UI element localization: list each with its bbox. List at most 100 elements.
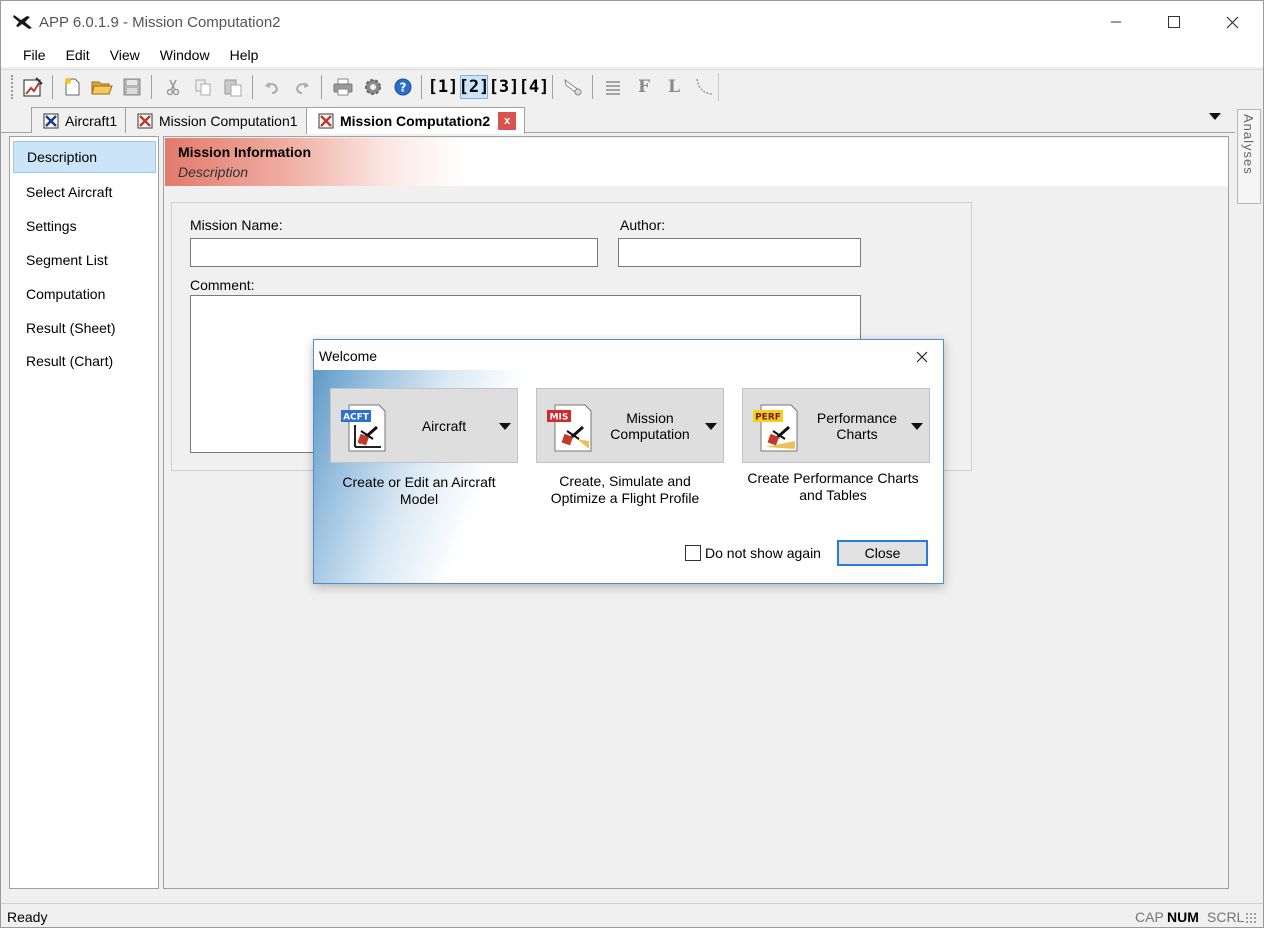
- help-button[interactable]: ?: [391, 75, 415, 99]
- mission-file-icon: MIS: [547, 404, 592, 452]
- tab-close-button[interactable]: x: [498, 112, 517, 130]
- caps-indicator: CAP: [1135, 909, 1164, 925]
- nav-result-sheet[interactable]: Result (Sheet): [26, 320, 115, 336]
- f-tool-button[interactable]: F: [632, 75, 656, 99]
- document-tabs: Aircraft1 Mission Computation1 Mission C…: [1, 104, 1235, 134]
- section-subtitle: Description: [178, 164, 249, 180]
- checkbox-box[interactable]: [685, 545, 701, 561]
- view-2-button[interactable]: [2]: [459, 75, 489, 99]
- svg-text:?: ?: [400, 81, 407, 95]
- view-3-button[interactable]: [3]: [489, 75, 520, 99]
- new-file-icon: [65, 78, 80, 96]
- status-bar: Ready CAP NUM SCRL: [1, 903, 1263, 927]
- mission-computation-button-label: Mission Computation: [610, 410, 690, 442]
- close-icon: [916, 351, 928, 363]
- cut-button[interactable]: [161, 75, 185, 99]
- menu-edit[interactable]: Edit: [56, 47, 100, 63]
- minimize-icon: [1111, 21, 1121, 23]
- maximize-button[interactable]: [1145, 1, 1203, 43]
- window-title: APP 6.0.1.9 - Mission Computation2: [39, 14, 281, 31]
- num-indicator: NUM: [1167, 909, 1199, 925]
- copy-icon: [195, 79, 211, 96]
- view-1-button[interactable]: [1]: [428, 75, 459, 99]
- new-aircraft-button[interactable]: [21, 75, 45, 99]
- tab-mission-computation1[interactable]: Mission Computation1: [125, 107, 307, 133]
- aircraft-button[interactable]: ACFT Aircraft: [330, 388, 518, 463]
- undo-button[interactable]: [260, 75, 284, 99]
- menu-help[interactable]: Help: [220, 47, 269, 63]
- open-button[interactable]: [90, 75, 114, 99]
- aircraft-description: Create or Edit an Aircraft Model: [342, 474, 496, 507]
- nav-result-chart[interactable]: Result (Chart): [26, 353, 113, 369]
- chevron-down-icon[interactable]: [499, 423, 511, 430]
- menu-window[interactable]: Window: [150, 47, 220, 63]
- paste-icon: [224, 79, 242, 97]
- file-badge: MIS: [550, 413, 569, 423]
- curve-icon: [696, 78, 713, 95]
- toolbar-grip[interactable]: [11, 75, 13, 99]
- analyses-side-tab[interactable]: Analyses: [1237, 109, 1261, 204]
- tab-aircraft1[interactable]: Aircraft1: [31, 107, 127, 133]
- redo-button[interactable]: [290, 75, 314, 99]
- paste-button[interactable]: [221, 75, 245, 99]
- welcome-dialog: Welcome ACFT Aircraft MIS Mission Comput…: [313, 339, 944, 584]
- wing-tool-button[interactable]: [561, 75, 585, 99]
- toolbar-separator: [552, 75, 553, 99]
- copy-button[interactable]: [191, 75, 215, 99]
- close-button[interactable]: Close: [837, 540, 928, 566]
- gear-icon: [365, 79, 381, 95]
- menu-view[interactable]: View: [100, 47, 150, 63]
- l-tool-button[interactable]: L: [662, 75, 686, 99]
- toolbar-separator: [321, 75, 322, 99]
- aircraft-file-icon: ACFT: [341, 404, 386, 452]
- new-button[interactable]: [60, 75, 84, 99]
- dialog-title: Welcome: [319, 348, 378, 364]
- nav-select-aircraft[interactable]: Select Aircraft: [26, 184, 112, 200]
- save-button[interactable]: [120, 75, 144, 99]
- mission-computation-button[interactable]: MIS Mission Computation: [536, 388, 724, 463]
- file-badge: ACFT: [343, 413, 370, 423]
- curve-tool-button[interactable]: [692, 75, 716, 99]
- nav-description[interactable]: Description: [13, 141, 156, 173]
- mission-name-input[interactable]: [190, 238, 598, 267]
- mission-doc-icon: [137, 113, 153, 128]
- tab-label: Aircraft1: [65, 112, 118, 129]
- performance-charts-button[interactable]: PERF Performance Charts: [742, 388, 930, 463]
- close-window-button[interactable]: [1203, 1, 1261, 43]
- analyses-label: Analyses: [1241, 114, 1256, 175]
- toolbar-separator: [252, 75, 253, 99]
- table-tool-button[interactable]: [601, 75, 625, 99]
- minimize-button[interactable]: [1087, 1, 1145, 43]
- toolbar: ? [1] [2] [3] [4] F L: [1, 69, 1263, 103]
- comment-label: Comment:: [190, 277, 255, 293]
- tab-mission-computation2[interactable]: Mission Computation2 x: [306, 107, 526, 134]
- help-icon: ?: [394, 78, 412, 96]
- chevron-down-icon[interactable]: [705, 423, 717, 430]
- toolbar-separator: [421, 75, 422, 99]
- nav-computation[interactable]: Computation: [26, 286, 105, 302]
- airplane-icon: [13, 15, 32, 29]
- resize-grip[interactable]: [1245, 912, 1257, 924]
- mission-computation-description: Create, Simulate and Optimize a Flight P…: [550, 473, 700, 506]
- author-input[interactable]: [618, 238, 861, 267]
- tab-label: Mission Computation1: [159, 112, 298, 129]
- author-label: Author:: [620, 217, 666, 233]
- save-icon: [123, 78, 141, 96]
- chevron-down-icon[interactable]: [911, 423, 923, 430]
- edit-chart-icon: [23, 77, 43, 97]
- aircraft-doc-icon: [43, 113, 59, 128]
- nav-settings[interactable]: Settings: [26, 218, 77, 234]
- section-header: Mission Information Description: [165, 138, 1228, 186]
- toolbar-end: [718, 73, 719, 101]
- tab-label: Mission Computation2: [340, 113, 491, 129]
- view-4-button[interactable]: [4]: [519, 75, 550, 99]
- settings-button[interactable]: [361, 75, 385, 99]
- print-button[interactable]: [331, 75, 355, 99]
- dialog-close-button[interactable]: [910, 347, 934, 367]
- tab-list-dropdown-icon[interactable]: [1209, 113, 1221, 120]
- do-not-show-again-checkbox[interactable]: Do not show again: [685, 545, 821, 561]
- toolbar-separator: [592, 75, 593, 99]
- performance-charts-button-label: Performance Charts: [816, 410, 898, 442]
- nav-segment-list[interactable]: Segment List: [26, 252, 108, 268]
- menu-file[interactable]: File: [13, 47, 56, 63]
